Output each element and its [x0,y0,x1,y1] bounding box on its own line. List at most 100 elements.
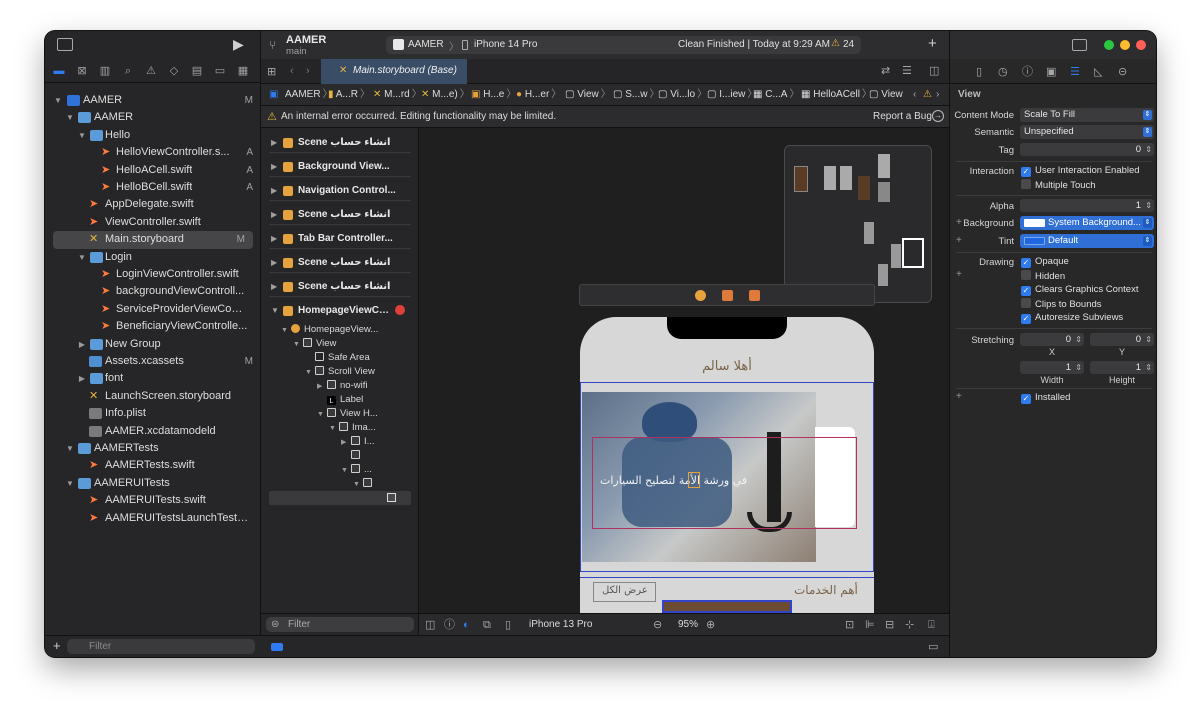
jump-item[interactable]: ▮ A...R 〉 [328,87,370,103]
clears-graphics-checkbox[interactable]: ✓ Clears Graphics Context [1021,284,1138,296]
sidebar-icon[interactable]: ◫ [425,618,435,632]
jump-item[interactable]: ▦ HelloACell 〉 [801,87,872,103]
hidden-checkbox[interactable]: Hidden [1021,270,1065,283]
tree-row[interactable]: ➤ ViewController.swift [45,214,261,231]
update-frames-icon[interactable]: ⊡ [845,618,854,632]
warning-icon[interactable]: ⚠ [831,38,840,49]
folder-icon[interactable]: ▬ [52,64,66,78]
outline-filter-input[interactable]: Filter [266,617,414,632]
tree-row[interactable]: ▶ font [45,370,261,387]
first-responder-icon[interactable] [722,290,733,301]
appearance-icon[interactable]: ◐ [463,618,470,632]
warning-count[interactable]: 24 [843,39,854,50]
run-icon[interactable]: ▶ [233,37,244,51]
autoresize-checkbox[interactable]: ✓ Autoresize Subviews [1021,312,1123,324]
tree-row[interactable]: ➤ HelloViewController.s... A [45,144,261,161]
file-inspector-icon[interactable]: ▯ [976,65,982,79]
stretch-y-field[interactable]: 0 [1090,333,1154,346]
panel-icon[interactable]: ▭ [928,640,938,654]
outline-row[interactable]: ▼ View H... [317,407,378,421]
forward-icon[interactable]: › [306,64,310,78]
split-editor-icon[interactable]: ◫ [929,64,939,78]
clips-bounds-checkbox[interactable]: Clips to Bounds [1021,298,1102,311]
outline-row[interactable]: ▶ no-wifi [317,379,367,393]
breakpoint-icon[interactable]: ▭ [213,64,227,78]
jump-item[interactable]: ▢ View [869,87,903,103]
iphone-icon[interactable]: ▯ [505,618,511,632]
jump-item[interactable]: ● H...er 〉 [516,87,561,103]
tree-row[interactable]: ▼ AAMER [45,109,261,126]
attributes-icon[interactable]: ☰ [1070,65,1080,79]
debug-toggle-icon[interactable] [271,643,283,651]
tree-row[interactable]: ➤ BeneficiaryViewControlle... [45,318,261,335]
add-icon[interactable]: + [53,639,61,653]
tree-row[interactable]: ▼ Login [45,249,261,266]
accessibility-icon[interactable]: ⓘ [444,618,455,632]
outline-scene[interactable]: ▶ Background View... [269,156,411,177]
alpha-field[interactable]: 1 [1020,199,1154,212]
jump-item[interactable]: ▢ Vi...lo 〉 [658,87,707,103]
add-variation-icon[interactable]: + [956,269,962,280]
arrow-right-icon[interactable]: → [932,110,944,122]
outline-row[interactable]: L Label [327,393,363,407]
test-icon[interactable]: ◇ [167,64,181,78]
grid-icon[interactable]: ⊞ [267,65,276,79]
outline-scene[interactable]: ▶ Scene انشاء حساب [269,252,411,273]
scene-minimap[interactable] [784,145,932,303]
symbol-icon[interactable]: ▥ [98,64,112,78]
outline-row[interactable]: ▼ View [293,337,336,351]
close-window-button[interactable] [1136,40,1146,50]
tree-row-selected[interactable]: ✕ Main.storyboard M [53,231,253,249]
warning-icon[interactable]: ⚠ [144,64,158,78]
outline-scene[interactable]: ▶ Scene انشاء حساب [269,132,411,153]
orientation-icon[interactable]: ⧉ [483,618,491,632]
view-controller-icon[interactable] [695,290,706,301]
tree-row[interactable]: ✕ LaunchScreen.storyboard [45,388,261,405]
tree-row[interactable]: ➤ HelloACell.swift A [45,162,261,179]
refresh-icon[interactable]: ⇄ [881,64,890,78]
outline-scene[interactable]: ▶ Scene انشاء حساب [269,276,411,297]
tree-row[interactable]: ➤ AAMERUITests.swift [45,492,261,509]
tree-row[interactable]: ➤ backgroundViewControll... [45,283,261,300]
tint-color-select[interactable]: Default ⇕ [1020,234,1154,248]
warning-icon[interactable]: ⚠ [923,87,932,103]
installed-checkbox[interactable]: ✓ Installed [1021,392,1070,404]
error-icon[interactable] [395,305,405,315]
back-icon[interactable]: ‹ [290,64,294,78]
navigator-filter-input[interactable]: Filter [67,639,255,654]
jump-item[interactable]: AAMER 〉 [285,87,333,103]
tree-row[interactable]: ▼ AAMER M [45,92,261,109]
connections-icon[interactable]: ⊝ [1118,65,1127,79]
search-icon[interactable]: ⌕ [121,64,135,78]
tag-field[interactable]: 0 [1020,143,1154,156]
minimize-window-button[interactable] [1120,40,1130,50]
help-icon[interactable]: ⓘ [1022,65,1033,79]
jump-item[interactable]: ▢ View 〉 [565,87,611,103]
show-all-button[interactable]: عرض الكل [602,585,648,596]
outline-scene[interactable]: ▶ Tab Bar Controller... [269,228,411,249]
outline-row[interactable]: ▼ Scroll View [305,365,375,379]
report-icon[interactable]: ▦ [236,64,250,78]
tree-row[interactable]: ➤ HelloBCell.swift A [45,179,261,196]
resolve-issues-icon[interactable]: ⊹ [905,618,914,632]
outline-row[interactable]: ▼... [341,463,372,477]
tree-row[interactable]: ➤ AppDelegate.swift [45,196,261,213]
tree-row[interactable]: ▼ Hello [45,127,261,144]
background-color-select[interactable]: System Background... ⇕ [1020,216,1154,230]
outline-scene[interactable]: ▶ Navigation Control... [269,180,411,201]
align-icon[interactable]: ⊫ [865,618,875,632]
device-config[interactable]: iPhone 13 Pro [529,619,592,630]
jump-item[interactable]: ▣ H...e 〉 [471,87,516,103]
editor-options-icon[interactable]: ☰ [902,64,912,78]
embed-icon[interactable]: ⍗ [928,618,935,632]
outline-row[interactable]: ▼ Ima... [329,421,376,435]
multiple-touch-checkbox[interactable]: Multiple Touch [1021,179,1096,192]
add-constraints-icon[interactable]: ⊟ [885,618,894,632]
phone-mockup[interactable]: أهلا سالم في ورشة الأمة لتصليح السيارات … [580,317,874,613]
tree-row[interactable]: ➤ AAMERTests.swift [45,457,261,474]
tree-row[interactable]: Assets.xcassets M [45,353,261,370]
storyboard-canvas[interactable]: أهلا سالم في ورشة الأمة لتصليح السيارات … [419,128,949,613]
source-control-icon[interactable]: ⊠ [75,64,89,78]
outline-row-selected[interactable] [269,491,411,505]
jump-forward-icon[interactable]: › [936,87,939,103]
